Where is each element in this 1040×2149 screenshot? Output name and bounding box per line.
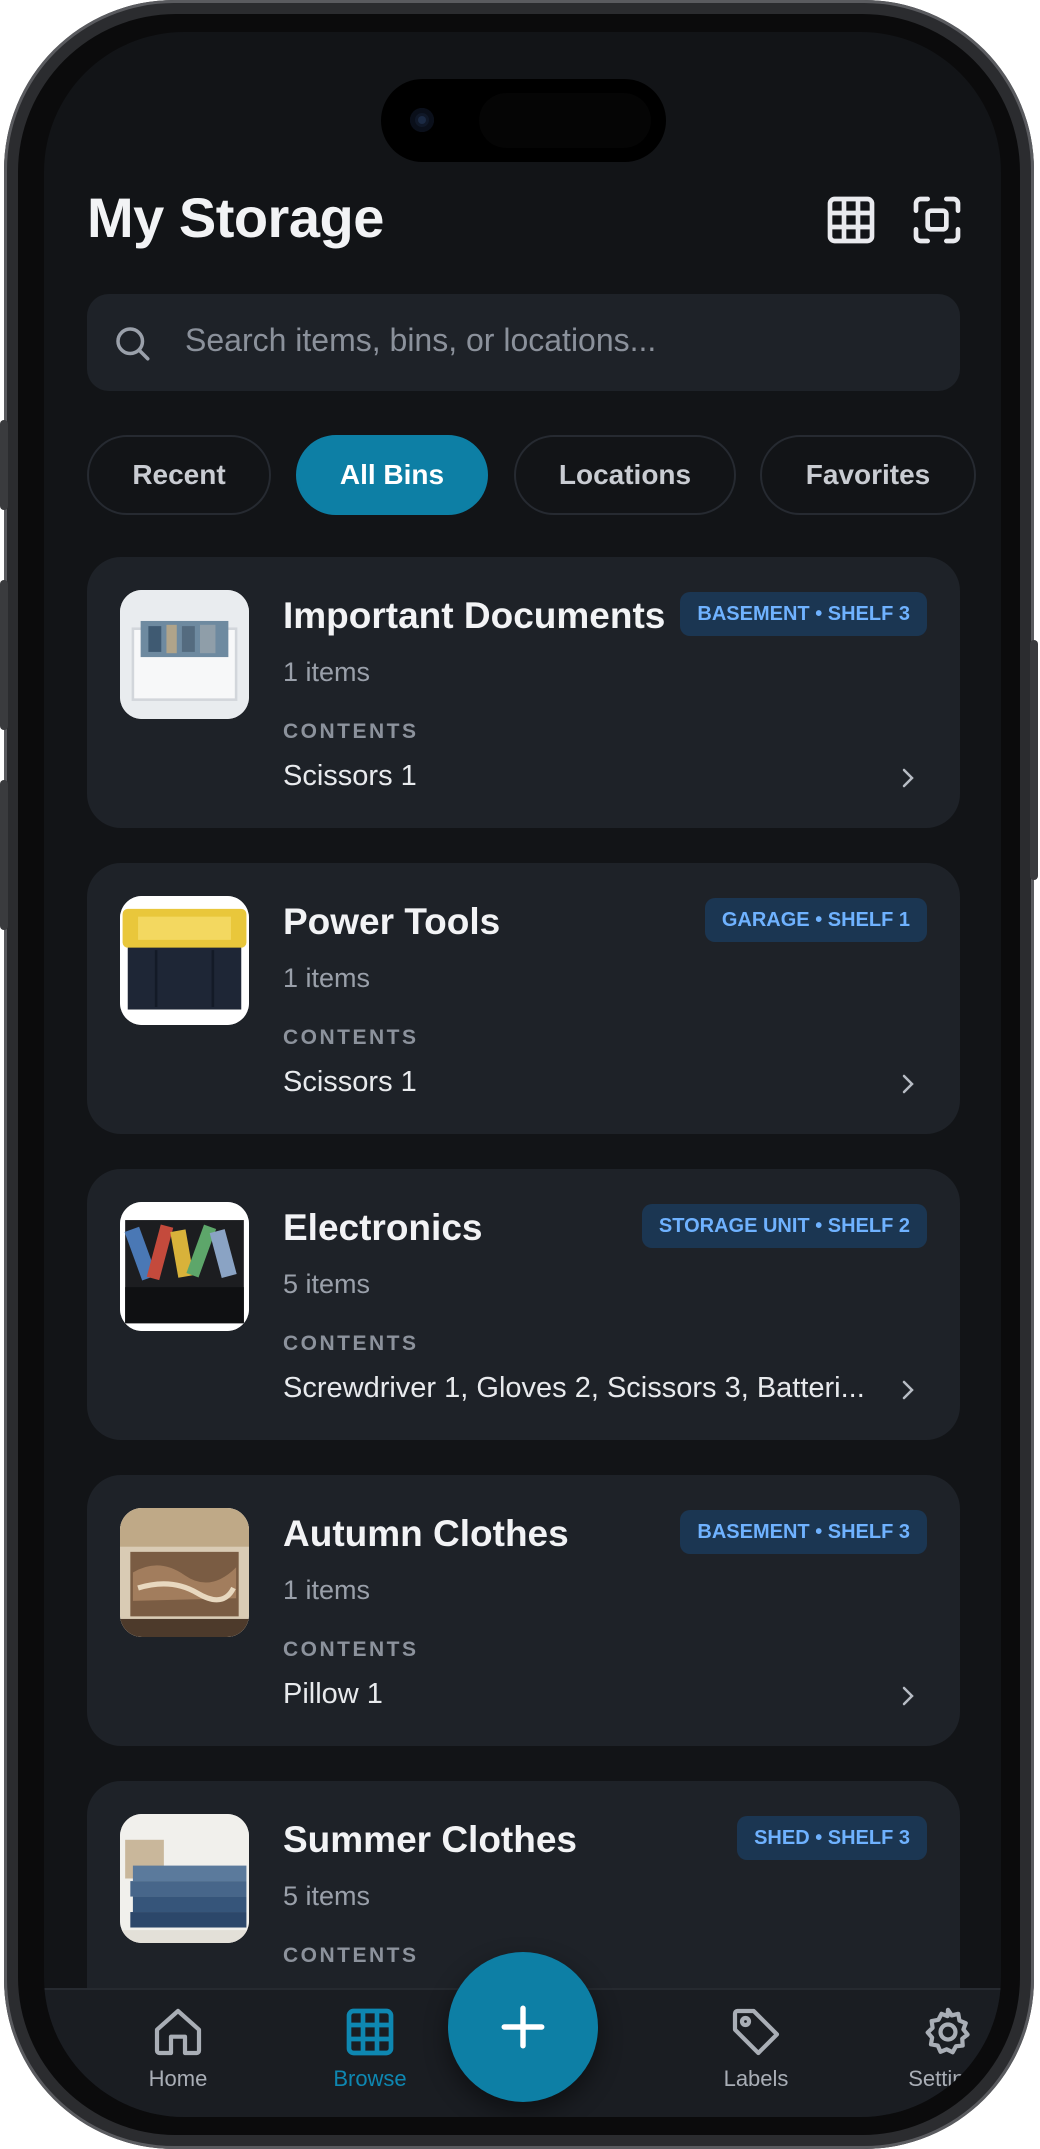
bin-thumbnail — [120, 896, 249, 1025]
location-badge: SHED • SHELF 3 — [737, 1816, 927, 1860]
contents-text: Screwdriver 1, Gloves 2, Scissors 3, Bat… — [283, 1372, 865, 1404]
grid-icon — [346, 2008, 394, 2056]
chevron-right-icon — [896, 766, 920, 790]
contents-text: Scissors 1 — [283, 760, 417, 792]
search-bar[interactable]: Search items, bins, or locations... — [87, 294, 960, 391]
filter-all-bins[interactable]: All Bins — [296, 435, 488, 515]
chevron-right-icon — [896, 1684, 920, 1708]
tab-label: Labels — [723, 2066, 789, 2091]
tab-label: Home — [148, 2066, 208, 2091]
bin-thumbnail — [120, 1202, 249, 1331]
bin-card-power-tools[interactable]: Power Tools GARAGE • SHELF 1 1 items CON… — [87, 863, 960, 1134]
contents-text: Scissors 1 — [283, 1066, 417, 1098]
location-badge: BASEMENT • SHELF 3 — [680, 592, 927, 636]
tag-icon — [732, 2008, 780, 2056]
gear-icon — [925, 2007, 970, 2055]
volume-down-button — [0, 780, 8, 930]
contents-label: CONTENTS — [283, 1026, 419, 1049]
search-input[interactable]: Search items, bins, or locations... — [185, 322, 656, 359]
contents-text: Pillow 1 — [283, 1678, 383, 1710]
location-badge: STORAGE UNIT • SHELF 2 — [641, 1204, 927, 1248]
bin-name: Power Tools — [283, 901, 501, 942]
contents-label: CONTENTS — [283, 1332, 419, 1355]
filter-favorites[interactable]: Favorites — [760, 435, 976, 515]
chevron-right-icon — [896, 1072, 920, 1096]
item-count: 1 items — [283, 657, 371, 687]
tab-browse[interactable]: Browse — [300, 2004, 440, 2092]
scan-icon[interactable] — [909, 192, 965, 248]
volume-up-button — [0, 580, 8, 730]
tab-labels[interactable]: Labels — [686, 2004, 826, 2092]
contents-label: CONTENTS — [283, 1638, 419, 1661]
contents-label: CONTENTS — [283, 1944, 419, 1967]
island-sensor — [479, 93, 651, 148]
item-count: 5 items — [283, 1881, 371, 1911]
bin-card-autumn-clothes[interactable]: Autumn Clothes BASEMENT • SHELF 3 1 item… — [87, 1475, 960, 1746]
bin-card-electronics[interactable]: Electronics STORAGE UNIT • SHELF 2 5 ite… — [87, 1169, 960, 1440]
bin-name: Important Documents — [283, 595, 666, 636]
location-badge: GARAGE • SHELF 1 — [704, 898, 927, 942]
bin-name: Summer Clothes — [283, 1819, 578, 1860]
bin-name: Electronics — [283, 1207, 483, 1248]
contents-label: CONTENTS — [283, 720, 419, 743]
home-icon — [154, 2008, 202, 2056]
dynamic-island — [381, 79, 666, 162]
phone-frame: My Storage Search items, bins, or locati… — [0, 0, 1038, 2149]
tab-label: Browse — [333, 2066, 407, 2091]
camera-icon — [410, 108, 434, 132]
grid-icon[interactable] — [823, 192, 879, 248]
location-badge: BASEMENT • SHELF 3 — [680, 1510, 927, 1554]
bin-name: Autumn Clothes — [283, 1513, 569, 1554]
page-title: My Storage — [87, 186, 384, 249]
item-count: 1 items — [283, 963, 371, 993]
tab-home[interactable]: Home — [108, 2004, 248, 2092]
bin-thumbnail — [120, 1508, 249, 1637]
power-button — [1030, 640, 1038, 880]
bin-thumbnail — [120, 1814, 249, 1943]
tab-settings[interactable]: Settings — [878, 2004, 1001, 2092]
filter-recent[interactable]: Recent — [87, 435, 271, 515]
search-icon — [111, 322, 153, 364]
item-count: 1 items — [283, 1575, 371, 1605]
chevron-right-icon — [896, 1378, 920, 1402]
add-bin-button[interactable] — [448, 1952, 598, 2102]
item-count: 5 items — [283, 1269, 371, 1299]
filter-locations[interactable]: Locations — [514, 435, 736, 515]
bin-card-important-documents[interactable]: Important Documents BASEMENT • SHELF 3 1… — [87, 557, 960, 828]
tab-label: Settings — [908, 2066, 988, 2091]
bin-thumbnail — [120, 590, 249, 719]
app-screen: My Storage Search items, bins, or locati… — [44, 32, 1001, 2117]
action-button — [0, 420, 8, 510]
plus-icon — [501, 2005, 545, 2049]
